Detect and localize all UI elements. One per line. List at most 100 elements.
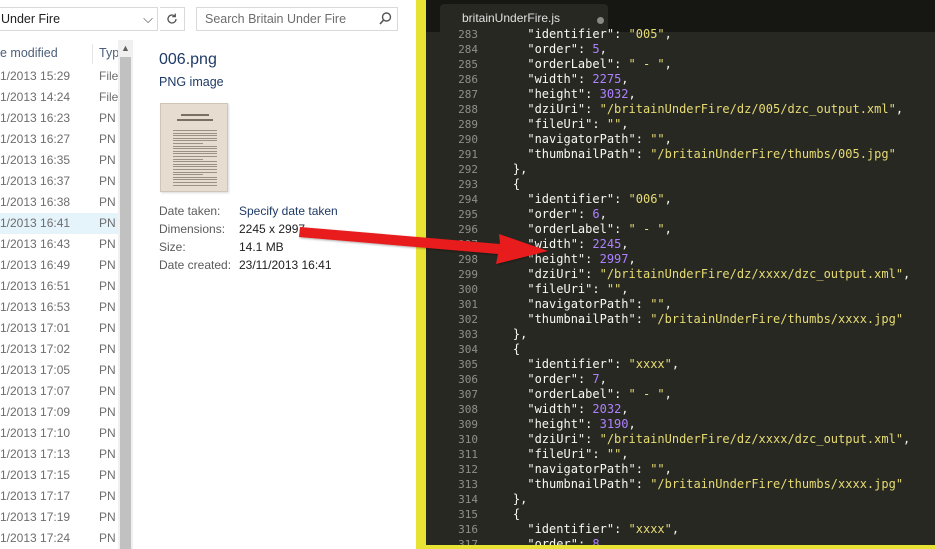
file-row[interactable]: 1/2013 17:13 PN xyxy=(0,444,118,465)
file-type: PN xyxy=(99,510,116,524)
file-type: File xyxy=(99,69,118,83)
property-row: Size: 14.1 MB xyxy=(159,240,416,258)
file-row[interactable]: 1/2013 17:01 PN xyxy=(0,318,118,339)
file-row[interactable]: 1/2013 16:27 PN xyxy=(0,129,118,150)
code-line[interactable]: { xyxy=(484,177,520,192)
file-row[interactable]: 1/2013 17:07 PN xyxy=(0,381,118,402)
code-line[interactable]: }, xyxy=(484,492,527,507)
line-number: 302 xyxy=(458,313,478,326)
address-text: Under Fire xyxy=(1,12,61,26)
file-type: PN xyxy=(99,321,116,335)
file-row[interactable]: 1/2013 16:37 PN xyxy=(0,171,118,192)
refresh-button[interactable] xyxy=(160,7,185,31)
code-line[interactable]: "height": 2997, xyxy=(484,252,635,267)
file-row[interactable]: 1/2013 17:17 PN xyxy=(0,486,118,507)
search-input[interactable] xyxy=(197,8,377,30)
file-row[interactable]: 1/2013 15:29 File xyxy=(0,66,118,87)
file-row[interactable]: 1/2013 17:05 PN xyxy=(0,360,118,381)
code-line[interactable]: "identifier": "006", xyxy=(484,192,672,207)
code-line[interactable]: "fileUri": "", xyxy=(484,447,628,462)
search-box[interactable] xyxy=(196,7,398,31)
line-number-gutter: 283 284 285 286 287 288 289 290 291 292 293 294 295 2… xyxy=(426,28,484,549)
file-row[interactable]: 1/2013 16:53 PN xyxy=(0,297,118,318)
file-row[interactable]: 1/2013 17:15 PN xyxy=(0,465,118,486)
file-type: PN xyxy=(99,111,116,125)
file-row[interactable]: 1/2013 17:19 PN xyxy=(0,507,118,528)
file-date-modified: 1/2013 16:49 xyxy=(0,258,71,272)
file-date-modified: 1/2013 17:10 xyxy=(0,426,71,440)
file-explorer-window: Under Fire ⌵ e modified Typ 1/2013 15:29… xyxy=(0,0,416,549)
code-line[interactable]: "width": 2032, xyxy=(484,402,628,417)
file-date-modified: 1/2013 14:24 xyxy=(0,90,71,104)
code-line[interactable]: "fileUri": "", xyxy=(484,117,628,132)
code-line[interactable]: "height": 3032, xyxy=(484,87,635,102)
code-line[interactable]: "order": 7, xyxy=(484,372,607,387)
code-line[interactable]: "navigatorPath": "", xyxy=(484,297,672,312)
column-divider[interactable] xyxy=(92,44,93,64)
file-type: PN xyxy=(99,363,116,377)
property-value[interactable]: Specify date taken xyxy=(239,204,338,218)
code-line[interactable]: "identifier": "005", xyxy=(484,27,672,42)
code-line[interactable]: "dziUri": "/britainUnderFire/dz/005/dzc_… xyxy=(484,102,903,117)
code-line[interactable]: "dziUri": "/britainUnderFire/dz/xxxx/dzc… xyxy=(484,267,910,282)
file-type: PN xyxy=(99,237,116,251)
code-line[interactable]: "thumbnailPath": "/britainUnderFire/thum… xyxy=(484,312,903,327)
code-line[interactable]: "navigatorPath": "", xyxy=(484,132,672,147)
file-row[interactable]: 1/2013 16:23 PN xyxy=(0,108,118,129)
file-row[interactable]: 1/2013 16:51 PN xyxy=(0,276,118,297)
code-line[interactable]: "thumbnailPath": "/britainUnderFire/thum… xyxy=(484,147,895,162)
file-row[interactable]: 1/2013 14:24 File xyxy=(0,87,118,108)
file-row[interactable]: 1/2013 17:24 PN xyxy=(0,528,118,549)
code-line[interactable]: "identifier": "xxxx", xyxy=(484,522,679,537)
code-line[interactable]: "fileUri": "", xyxy=(484,282,628,297)
property-label: Dimensions: xyxy=(159,222,226,236)
code-line[interactable]: "dziUri": "/britainUnderFire/dz/xxxx/dzc… xyxy=(484,432,910,447)
file-type: PN xyxy=(99,489,116,503)
file-date-modified: 1/2013 17:17 xyxy=(0,489,71,503)
code-area[interactable]: "identifier": "005", "order": 5, "orderL… xyxy=(484,27,935,549)
file-name: 006.png xyxy=(159,51,217,68)
column-date-modified[interactable]: e modified xyxy=(0,46,58,60)
code-line[interactable]: "thumbnailPath": "/britainUnderFire/thum… xyxy=(484,477,903,492)
file-row[interactable]: 1/2013 16:35 PN xyxy=(0,150,118,171)
chevron-down-icon[interactable]: ⌵ xyxy=(140,10,156,28)
column-type[interactable]: Typ xyxy=(99,46,119,60)
file-type: File xyxy=(99,90,118,104)
code-line[interactable]: "orderLabel": " - ", xyxy=(484,222,672,237)
code-line[interactable]: "orderLabel": " - ", xyxy=(484,387,672,402)
line-number: 298 xyxy=(458,253,478,266)
code-line[interactable]: "identifier": "xxxx", xyxy=(484,357,679,372)
code-line[interactable]: }, xyxy=(484,162,527,177)
code-line[interactable]: "navigatorPath": "", xyxy=(484,462,672,477)
code-line[interactable]: }, xyxy=(484,327,527,342)
file-date-modified: 1/2013 16:35 xyxy=(0,153,71,167)
code-line[interactable]: "order": 6, xyxy=(484,207,607,222)
code-line[interactable]: "height": 3190, xyxy=(484,417,635,432)
address-bar[interactable]: Under Fire ⌵ xyxy=(0,7,158,31)
refresh-icon xyxy=(167,13,177,24)
line-number: 305 xyxy=(458,358,478,371)
file-row[interactable]: 1/2013 16:49 PN xyxy=(0,255,118,276)
code-line[interactable]: { xyxy=(484,507,520,522)
file-row[interactable]: 1/2013 16:41 PN xyxy=(0,213,118,234)
code-line[interactable]: "width": 2275, xyxy=(484,72,628,87)
file-row[interactable]: 1/2013 16:38 PN xyxy=(0,192,118,213)
line-number: 316 xyxy=(458,523,478,536)
file-row[interactable]: 1/2013 17:02 PN xyxy=(0,339,118,360)
code-line[interactable]: "order": 5, xyxy=(484,42,607,57)
unsaved-dot-icon[interactable] xyxy=(597,17,604,24)
file-date-modified: 1/2013 17:09 xyxy=(0,405,71,419)
file-date-modified: 1/2013 16:38 xyxy=(0,195,71,209)
scroll-up-arrow-icon[interactable]: ▲ xyxy=(118,40,133,57)
file-row[interactable]: 1/2013 17:09 PN xyxy=(0,402,118,423)
line-number: 303 xyxy=(458,328,478,341)
property-label: Size: xyxy=(159,240,186,254)
scrollbar-thumb[interactable] xyxy=(120,57,131,549)
vertical-scrollbar[interactable]: ▲ xyxy=(118,40,133,549)
file-row[interactable]: 1/2013 16:43 PN xyxy=(0,234,118,255)
file-row[interactable]: 1/2013 17:10 PN xyxy=(0,423,118,444)
code-line[interactable]: "width": 2245, xyxy=(484,237,628,252)
search-icon[interactable] xyxy=(377,10,393,28)
code-line[interactable]: { xyxy=(484,342,520,357)
code-line[interactable]: "orderLabel": " - ", xyxy=(484,57,672,72)
